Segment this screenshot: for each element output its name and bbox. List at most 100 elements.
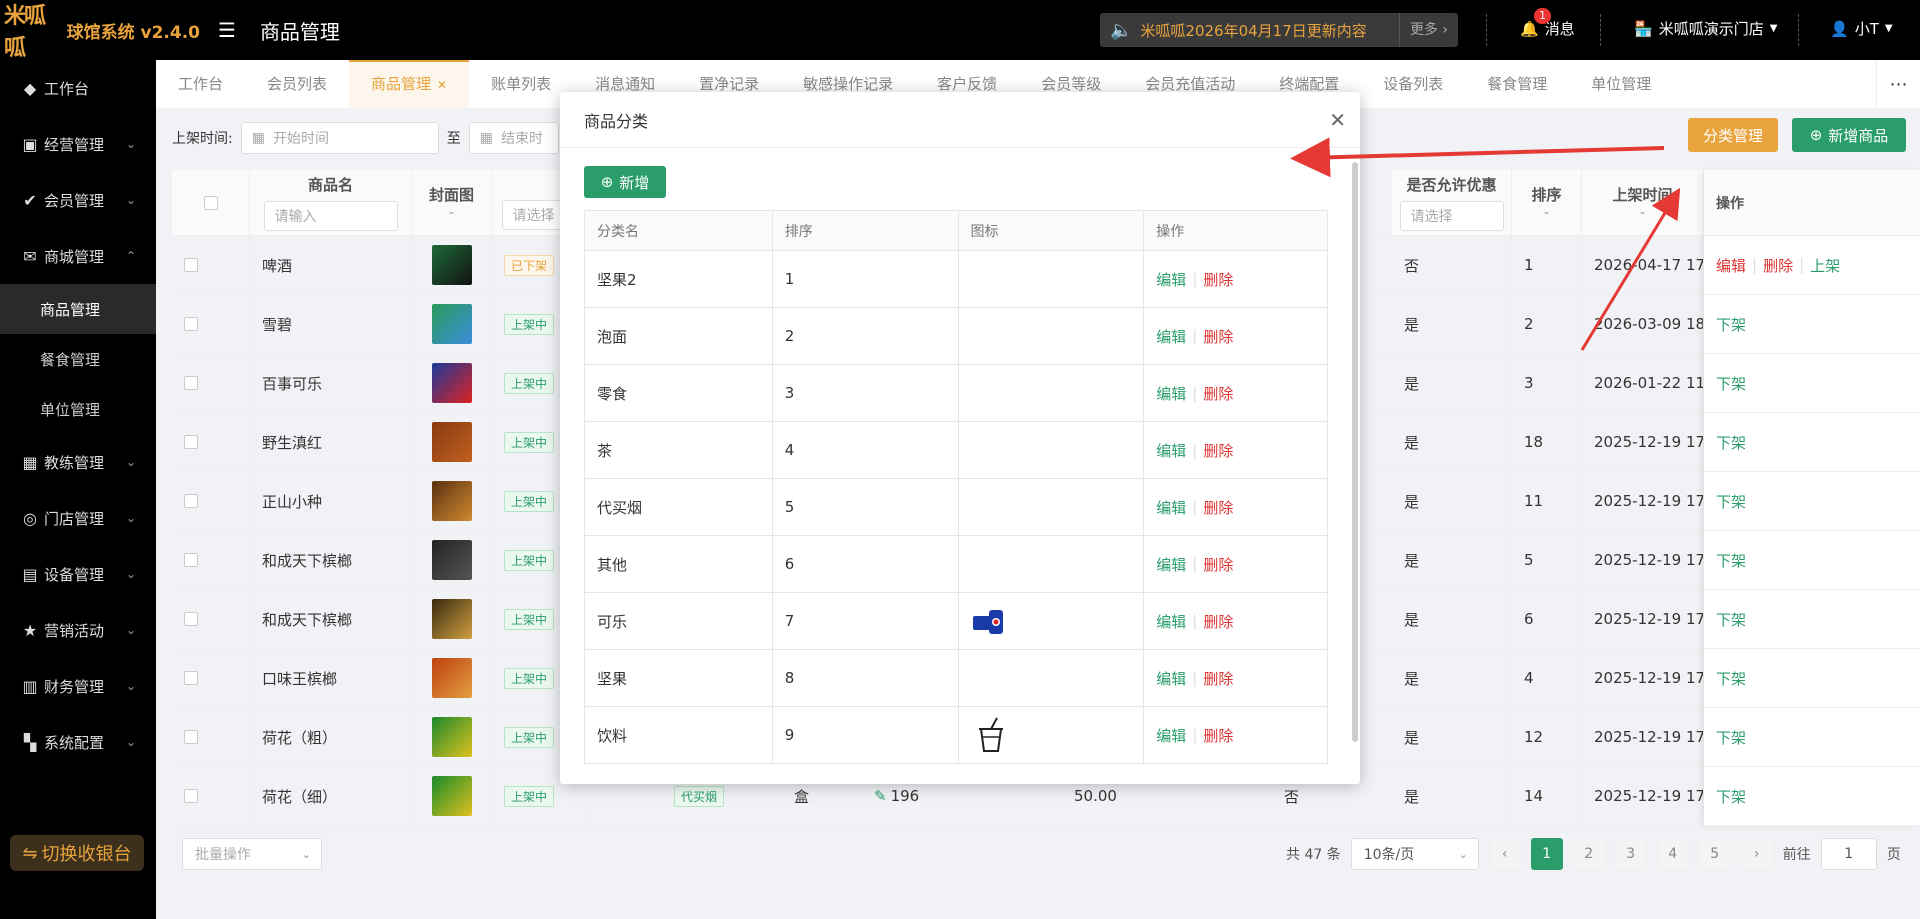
delete-link[interactable]: 删除	[1203, 725, 1233, 746]
sidebar-sub-meals[interactable]: 餐食管理	[0, 334, 156, 384]
edit-link[interactable]: 编辑	[1156, 725, 1186, 746]
delete-link[interactable]: 删除	[1203, 554, 1233, 575]
unshelve-link[interactable]: 下架	[1716, 491, 1746, 512]
page-size-select[interactable]: 10条/页 ⌄	[1350, 838, 1479, 870]
unshelve-link[interactable]: 下架	[1716, 668, 1746, 689]
sidebar-sub-units[interactable]: 单位管理	[0, 384, 156, 434]
unshelve-link[interactable]: 下架	[1716, 727, 1746, 748]
start-date-input[interactable]: ▦ 开始时间	[240, 122, 439, 154]
edit-stock-icon[interactable]: ✎	[874, 787, 887, 805]
page-2[interactable]: 2	[1572, 838, 1605, 870]
tab-member-list[interactable]: 会员列表	[245, 60, 349, 108]
page-5[interactable]: 5	[1698, 838, 1731, 870]
row-checkbox[interactable]	[184, 317, 198, 331]
unshelve-link[interactable]: 下架	[1716, 786, 1746, 807]
edit-link[interactable]: 编辑	[1156, 326, 1186, 347]
row-checkbox[interactable]	[184, 435, 198, 449]
category-row[interactable]: 可乐 7 编辑 | 删除	[585, 593, 1328, 650]
goto-page-input[interactable]: 1	[1820, 838, 1877, 870]
edit-link[interactable]: 编辑	[1156, 611, 1186, 632]
tab-units[interactable]: 单位管理	[1569, 60, 1673, 108]
category-row[interactable]: 茶 4 编辑 | 删除	[585, 422, 1328, 479]
category-row[interactable]: 代买烟 5 编辑 | 删除	[585, 479, 1328, 536]
name-filter-input[interactable]: 请输入	[263, 201, 398, 231]
edit-link[interactable]: 编辑	[1716, 255, 1746, 276]
row-checkbox[interactable]	[184, 612, 198, 626]
sidebar-item-stores[interactable]: ◎ 门店管理 ⌄	[0, 490, 156, 546]
edit-link[interactable]: 编辑	[1156, 554, 1186, 575]
category-manage-button[interactable]: 分类管理	[1688, 118, 1778, 152]
prev-page-button[interactable]: ‹	[1488, 838, 1521, 870]
update-notice[interactable]: 🔈 米呱呱2026年04月17日更新内容 更多 ›	[1100, 13, 1458, 47]
store-switcher[interactable]: 🏪 米呱呱演示门店 ▼	[1634, 18, 1777, 39]
category-row[interactable]: 坚果 8 编辑 | 删除	[585, 650, 1328, 707]
shelve-link[interactable]: 上架	[1810, 255, 1840, 276]
messages-button[interactable]: 🔔 1 消息	[1520, 7, 1575, 39]
delete-link[interactable]: 删除	[1203, 383, 1233, 404]
sidebar-item-mall[interactable]: ✉ 商城管理 ⌃	[0, 228, 156, 284]
sidebar-item-marketing[interactable]: ★ 营销活动 ⌄	[0, 602, 156, 658]
tab-dashboard[interactable]: 工作台	[156, 60, 245, 108]
edit-link[interactable]: 编辑	[1156, 497, 1186, 518]
row-checkbox[interactable]	[184, 730, 198, 744]
sidebar-item-coaches[interactable]: ▦ 教练管理 ⌄	[0, 434, 156, 490]
sidebar-item-dashboard[interactable]: ◆ 工作台	[0, 60, 156, 116]
dialog-scrollbar[interactable]	[1352, 162, 1358, 742]
allow-discount-select[interactable]: 请选择	[1399, 201, 1504, 231]
row-checkbox[interactable]	[184, 553, 198, 567]
delete-link[interactable]: 删除	[1203, 611, 1233, 632]
category-row[interactable]: 零食 3 编辑 | 删除	[585, 365, 1328, 422]
unshelve-link[interactable]: 下架	[1716, 432, 1746, 453]
delete-link[interactable]: 删除	[1203, 668, 1233, 689]
edit-link[interactable]: 编辑	[1156, 383, 1186, 404]
user-menu[interactable]: 👤 小T ▼	[1830, 18, 1893, 39]
category-row[interactable]: 坚果2 1 编辑 | 删除	[585, 251, 1328, 308]
edit-link[interactable]: 编辑	[1156, 668, 1186, 689]
sidebar-item-business[interactable]: ▣ 经营管理 ⌄	[0, 116, 156, 172]
sidebar-item-settings[interactable]: ▚ 系统配置 ⌄	[0, 714, 156, 770]
page-3[interactable]: 3	[1614, 838, 1647, 870]
category-row[interactable]: 其他 6 编辑 | 删除	[585, 536, 1328, 593]
notice-more-link[interactable]: 更多 ›	[1398, 13, 1458, 47]
tab-bills[interactable]: 账单列表	[469, 60, 573, 108]
tab-meals[interactable]: 餐食管理	[1465, 60, 1569, 108]
row-checkbox[interactable]	[184, 671, 198, 685]
close-icon[interactable]: ✕	[1329, 108, 1346, 132]
category-row[interactable]: 泡面 2 编辑 | 删除	[585, 308, 1328, 365]
page-4[interactable]: 4	[1656, 838, 1689, 870]
delete-link[interactable]: 删除	[1203, 326, 1233, 347]
sidebar-item-finance[interactable]: ▥ 财务管理 ⌄	[0, 658, 156, 714]
row-checkbox[interactable]	[184, 789, 198, 803]
more-tabs-icon[interactable]: ⋯	[1876, 60, 1920, 108]
unshelve-link[interactable]: 下架	[1716, 373, 1746, 394]
edit-link[interactable]: 编辑	[1156, 440, 1186, 461]
page-1[interactable]: 1	[1530, 838, 1563, 870]
menu-fold-icon[interactable]: ☰	[218, 18, 236, 42]
sidebar-item-members[interactable]: ✔ 会员管理 ⌄	[0, 172, 156, 228]
bulk-action-select[interactable]: 批量操作 ⌄	[182, 838, 322, 870]
delete-link[interactable]: 删除	[1203, 497, 1233, 518]
delete-link[interactable]: 删除	[1203, 440, 1233, 461]
select-all-checkbox[interactable]	[203, 195, 218, 210]
unshelve-link[interactable]: 下架	[1716, 550, 1746, 571]
row-checkbox[interactable]	[184, 376, 198, 390]
switch-cashier-button[interactable]: ⇋ 切换收银台	[10, 835, 144, 871]
tab-devices[interactable]: 设备列表	[1361, 60, 1465, 108]
end-date-input[interactable]: ▦ 结束时	[468, 122, 559, 154]
add-product-button[interactable]: ⊕ 新增商品	[1792, 118, 1906, 152]
delete-link[interactable]: 删除	[1763, 255, 1793, 276]
notice-text[interactable]: 米呱呱2026年04月17日更新内容	[1140, 20, 1366, 41]
edit-link[interactable]: 编辑	[1156, 269, 1186, 290]
delete-link[interactable]: 删除	[1203, 269, 1233, 290]
sidebar-sub-products[interactable]: 商品管理	[0, 284, 156, 334]
row-checkbox[interactable]	[184, 258, 198, 272]
close-icon[interactable]: ✕	[437, 78, 447, 92]
row-checkbox[interactable]	[184, 494, 198, 508]
add-category-button[interactable]: ⊕ 新增	[584, 166, 666, 198]
sidebar-item-devices[interactable]: ▤ 设备管理 ⌄	[0, 546, 156, 602]
unshelve-link[interactable]: 下架	[1716, 609, 1746, 630]
next-page-button[interactable]: ›	[1740, 838, 1773, 870]
tab-products[interactable]: 商品管理 ✕	[349, 60, 470, 108]
category-row[interactable]: 饮料 9 编辑 | 删除	[585, 707, 1328, 764]
unshelve-link[interactable]: 下架	[1716, 314, 1746, 335]
